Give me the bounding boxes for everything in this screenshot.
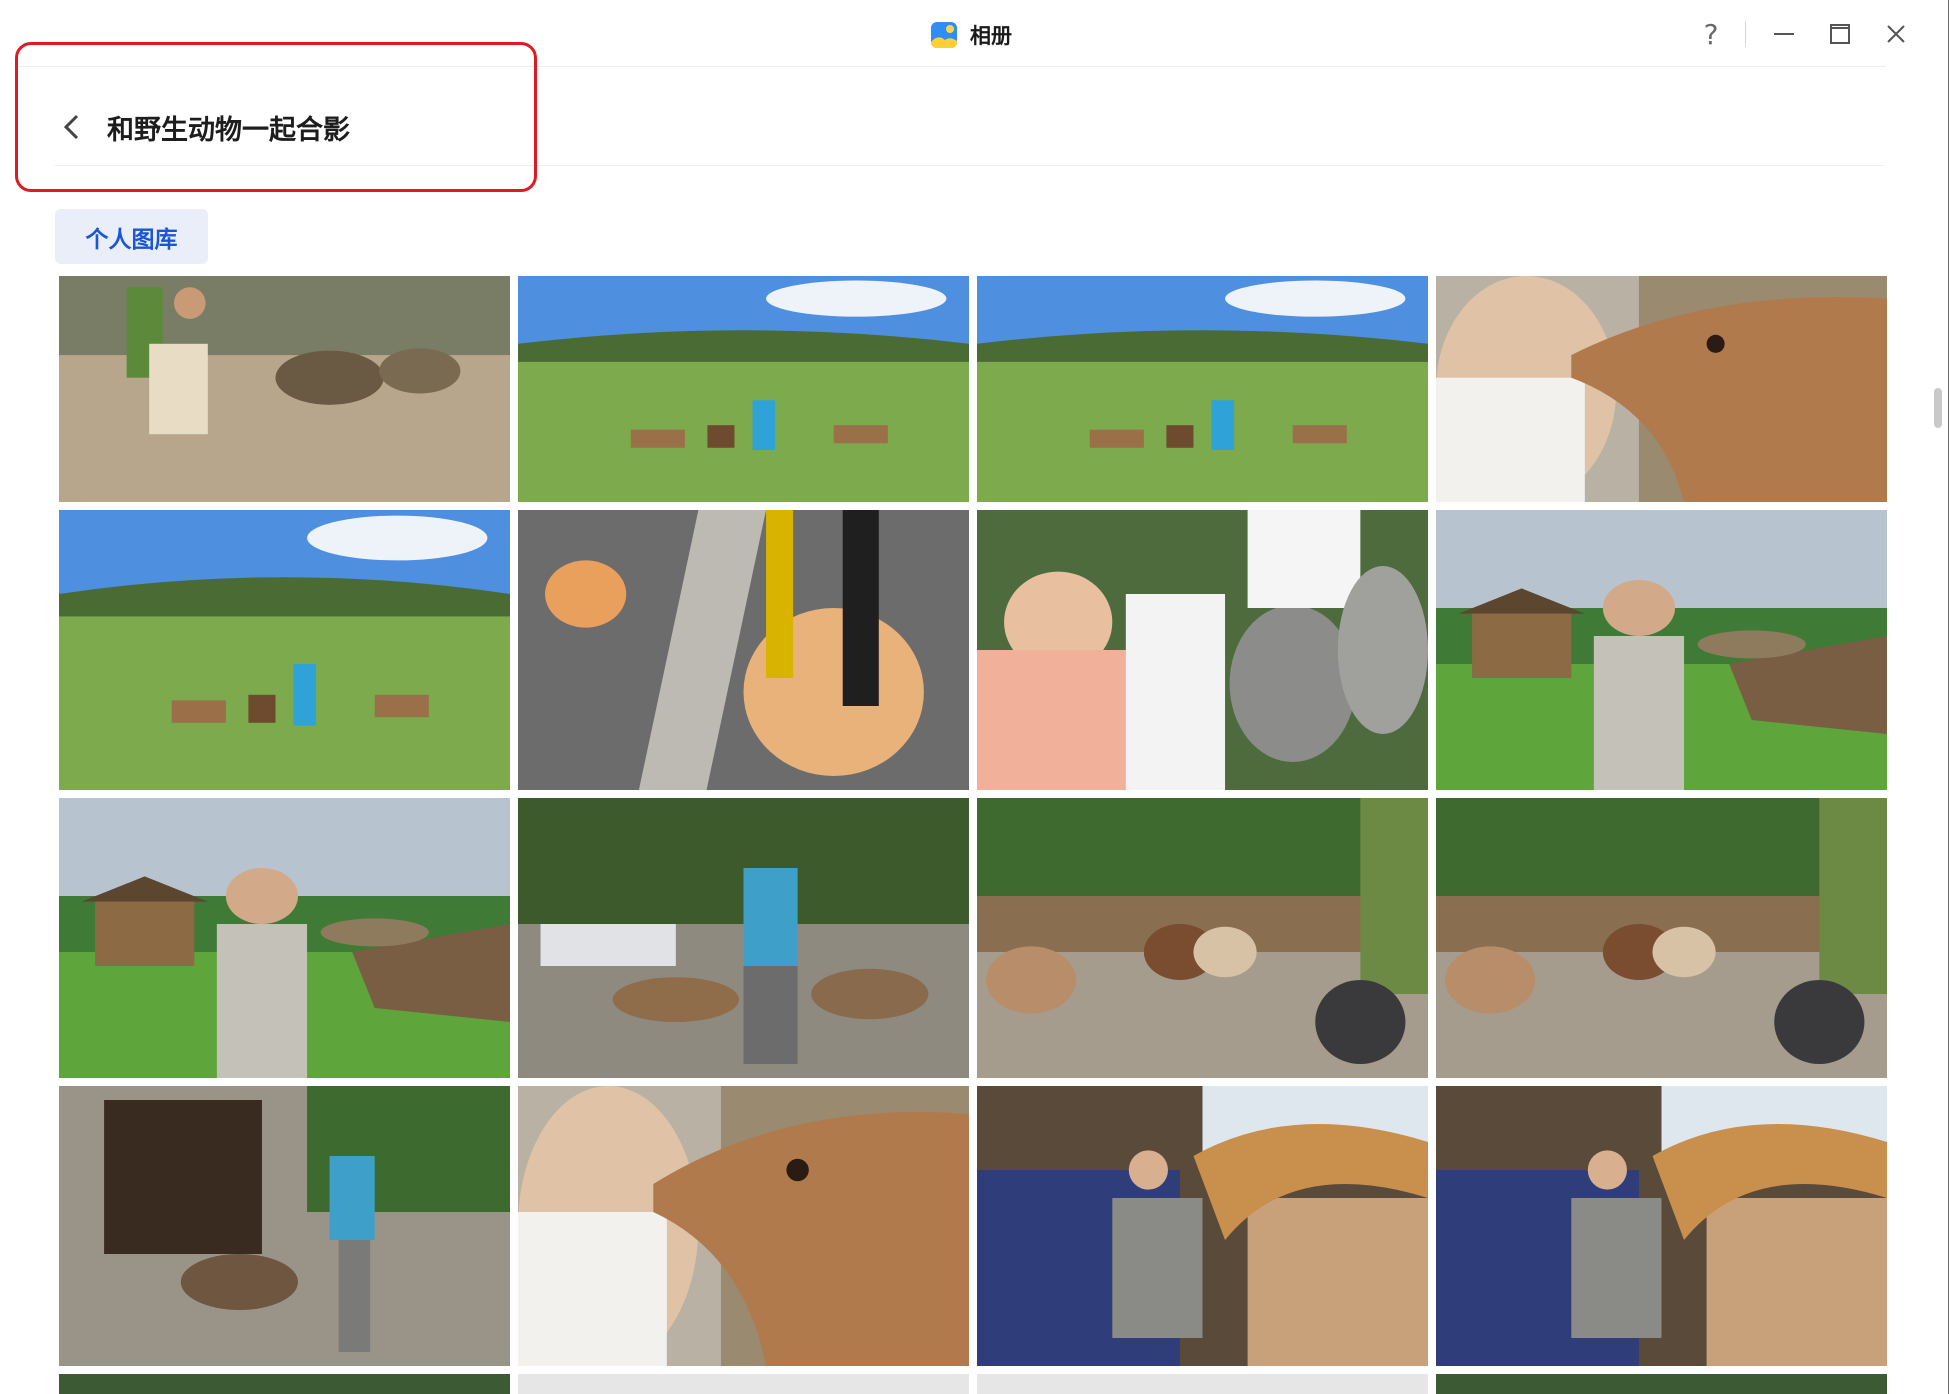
photo-thumbnail-alpacas-1[interactable] — [977, 798, 1428, 1078]
maximize-icon — [1830, 24, 1850, 44]
scrollbar-thumb[interactable] — [1934, 388, 1942, 428]
photo-thumbnail-deer-selfie-2[interactable] — [518, 1086, 969, 1366]
photos-app-window: 相册 ? 和野生动物一起合影 个人图库 — [0, 0, 1949, 1394]
photo-thumbnail-deer-field-1[interactable] — [518, 276, 969, 502]
photo-thumbnail-alpacas-2[interactable] — [1436, 798, 1887, 1078]
photo-thumbnail-deer-selfie-1[interactable] — [1436, 276, 1887, 502]
minimize-button[interactable] — [1756, 14, 1812, 54]
photo-thumbnail-partial[interactable] — [977, 1374, 1428, 1394]
photo-thumbnail-lemur-hut-2[interactable] — [59, 798, 510, 1078]
photo-thumbnail-giraffe-feeding-1[interactable] — [977, 1086, 1428, 1366]
album-header: 和野生动物一起合影 — [55, 104, 350, 150]
window-controls-divider — [1745, 21, 1746, 47]
help-button[interactable]: ? — [1683, 14, 1739, 54]
photos-app-icon — [931, 22, 957, 48]
help-icon: ? — [1703, 17, 1719, 51]
photo-thumbnail-partial[interactable] — [1436, 1374, 1887, 1394]
photo-thumbnail-lemur-hut-1[interactable] — [1436, 510, 1887, 790]
title-bar: 相册 ? — [0, 0, 1948, 66]
app-title: 相册 — [930, 20, 1012, 50]
maximize-button[interactable] — [1812, 14, 1868, 54]
photo-thumbnail-deer-park-students[interactable] — [518, 798, 969, 1078]
header-divider — [55, 165, 1885, 166]
photo-thumbnail-deer-shrine[interactable] — [59, 1086, 510, 1366]
close-icon — [1887, 25, 1905, 43]
window-controls: ? — [1683, 14, 1924, 54]
album-title: 和野生动物一起合影 — [107, 114, 350, 146]
photo-thumbnail-partial[interactable] — [518, 1374, 969, 1394]
photo-thumbnail-tortoise-feeding[interactable] — [59, 276, 510, 502]
photo-thumbnail-deer-field-3[interactable] — [59, 510, 510, 790]
photo-thumbnail-partial[interactable] — [59, 1374, 510, 1394]
personal-library-tag[interactable]: 个人图库 — [55, 209, 208, 264]
back-button[interactable] — [55, 107, 89, 147]
photo-thumbnail-cats-path[interactable] — [518, 510, 969, 790]
titlebar-divider — [16, 66, 1886, 67]
minimize-icon — [1774, 33, 1794, 35]
photo-thumbnail-deer-field-2[interactable] — [977, 276, 1428, 502]
photo-thumbnail-giraffe-feeding-2[interactable] — [1436, 1086, 1887, 1366]
photo-thumbnail-lemurs-crowd[interactable] — [977, 510, 1428, 790]
app-title-text: 相册 — [970, 24, 1012, 48]
chevron-left-icon — [63, 114, 79, 140]
close-button[interactable] — [1868, 14, 1924, 54]
